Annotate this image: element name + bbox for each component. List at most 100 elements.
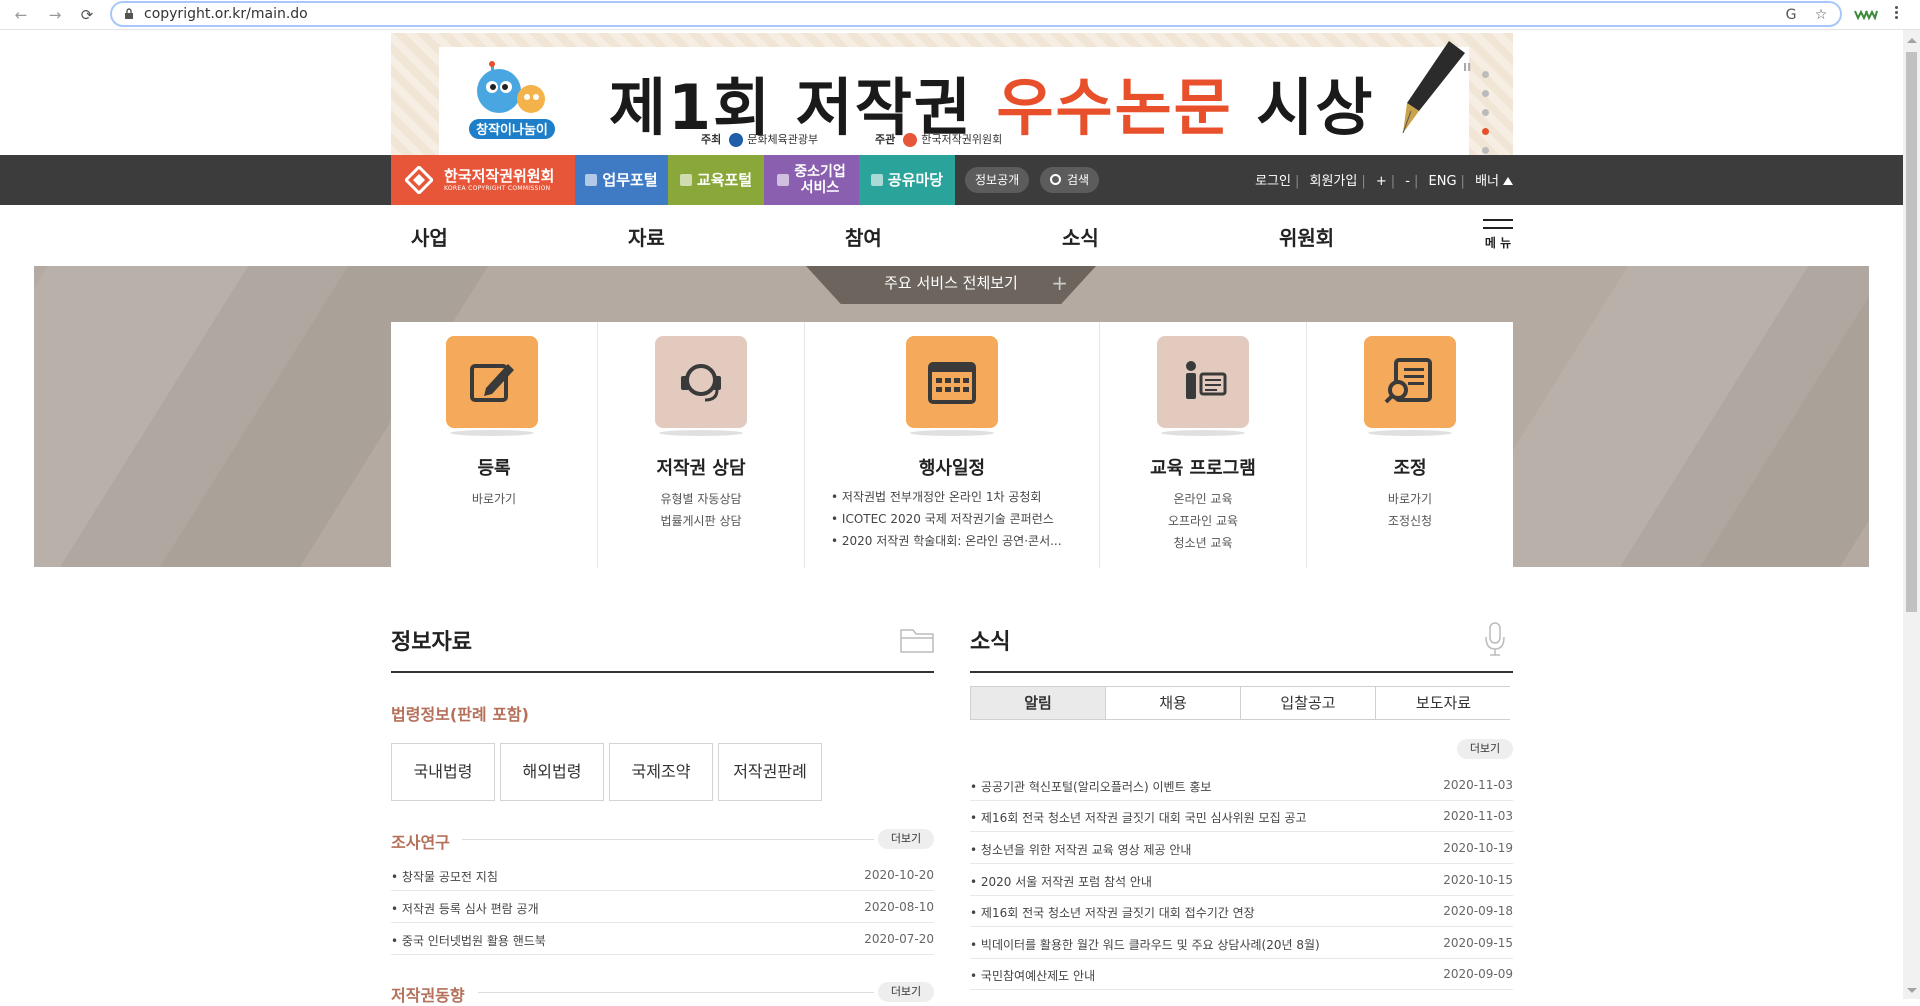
search-icon (1050, 174, 1061, 185)
eng-link[interactable]: ENG (1429, 174, 1457, 189)
news-section-title: 소식 (970, 630, 1011, 655)
card-link[interactable]: 온라인 교육 (1100, 488, 1306, 510)
card-link[interactable]: 오프라인 교육 (1100, 510, 1306, 532)
tab-press[interactable]: 보도자료 (1376, 687, 1511, 719)
news-row[interactable]: 공공기관 혁신포털(알리오플러스) 이벤트 홍보2020-11-03 (970, 778, 1513, 795)
utility-bar: 한국저작권위원회 KOREA COPYRIGHT COMMISSION 업무포털… (0, 155, 1903, 205)
browser-menu-icon[interactable] (1893, 5, 1899, 23)
service-cards: 등록 바로가기 저작권 상담 유형별 자동상담 법률게시판 상담 행사일정 저작… (391, 322, 1513, 568)
law-button-domestic[interactable]: 국내법령 (391, 743, 495, 801)
full-menu-button[interactable]: 메 뉴 (1483, 219, 1513, 255)
mic-icon (679, 174, 692, 186)
news-row[interactable]: 2020 서울 저작권 포럼 참석 안내2020-10-15 (970, 873, 1513, 890)
nav-business[interactable]: 사업 (411, 222, 448, 251)
card-link[interactable]: 바로가기 (1307, 488, 1513, 510)
news-row[interactable]: 청소년을 위한 저작권 교육 영상 제공 안내2020-10-19 (970, 841, 1513, 858)
scroll-down-icon[interactable] (1907, 988, 1917, 993)
fountain-pen-icon (1402, 41, 1465, 134)
browser-toolbar: ← → ⟳ copyright.or.kr/main.do G ☆ (0, 0, 1920, 30)
trend-more-button[interactable]: 더보기 (878, 982, 934, 1002)
event-item[interactable]: 저작권법 전부개정안 온라인 1차 공청회 (831, 486, 1089, 508)
util-links: 로그인 | 회원가입 | + | - | ENG | 배너 (1253, 170, 1513, 189)
zoom-out-button[interactable]: - (1405, 174, 1410, 189)
info-section-title: 정보자료 (391, 630, 472, 655)
service-card-consulting[interactable]: 저작권 상담 유형별 자동상담 법률게시판 상담 (598, 322, 805, 568)
banner-pagination[interactable] (1482, 63, 1494, 158)
all-services-tab[interactable]: 주요 서비스 전체보기 + (806, 266, 1096, 304)
news-row[interactable]: 제16회 전국 청소년 저작권 글짓기 대회 국민 심사위원 모집 공고2020… (970, 809, 1513, 826)
nav-news[interactable]: 소식 (1062, 222, 1099, 251)
service-card-registration[interactable]: 등록 바로가기 (391, 322, 598, 568)
commission-logo[interactable]: 한국저작권위원회 KOREA COPYRIGHT COMMISSION (391, 155, 575, 205)
card-link[interactable]: 유형별 자동상담 (598, 488, 804, 510)
info-open-button[interactable]: 정보공개 (965, 167, 1030, 193)
url-text[interactable]: copyright.or.kr/main.do (144, 6, 308, 22)
research-more-button[interactable]: 더보기 (878, 829, 934, 849)
edit-icon (446, 336, 538, 436)
svg-text:창작이나눔이: 창작이나눔이 (476, 122, 548, 138)
translate-icon[interactable]: G (1782, 6, 1800, 24)
research-row[interactable]: 창작물 공모전 지침2020-10-20 (391, 868, 934, 885)
research-row[interactable]: 중국 인터넷법원 활용 핸드북2020-07-20 (391, 932, 934, 949)
event-item[interactable]: 2020 저작권 학술대회: 온라인 공연·콘서... (831, 530, 1089, 552)
portal-education[interactable]: 교육포털 (668, 155, 764, 205)
zoom-in-button[interactable]: + (1376, 174, 1387, 189)
back-button[interactable]: ← (10, 4, 32, 26)
reload-button[interactable]: ⟳ (76, 4, 98, 26)
portal-sharing[interactable]: 공유마당 (859, 155, 955, 205)
card-link[interactable]: 청소년 교육 (1100, 532, 1306, 554)
nav-participation[interactable]: 참여 (845, 222, 882, 251)
bookmark-star-icon[interactable]: ☆ (1812, 6, 1830, 24)
service-card-mediation[interactable]: 조정 바로가기 조정신청 (1307, 322, 1513, 568)
extension-icon[interactable] (1854, 8, 1878, 20)
news-row[interactable]: 빅데이터를 활용한 월간 워드 클라우드 및 주요 상담사례(20년 8월)20… (970, 936, 1513, 953)
hamburger-icon (1483, 219, 1513, 221)
portal-work[interactable]: 업무포털 (575, 155, 668, 205)
law-button-treaty[interactable]: 국제조약 (609, 743, 713, 801)
banner-sponsor: 주최 문화체육관광부 (701, 133, 819, 147)
top-promo-banner[interactable]: 창작이나눔이 제1회 저작권 우수논문 시상 주최 문화체육관광부 주관 한국저작권… (391, 33, 1513, 155)
pencil-icon (585, 174, 598, 186)
research-row[interactable]: 저작권 등록 심사 편람 공개2020-08-10 (391, 900, 934, 917)
nav-commission[interactable]: 위원회 (1279, 222, 1334, 251)
law-button-precedent[interactable]: 저작권판례 (718, 743, 822, 801)
trend-title: 저작권동향 (391, 986, 465, 1005)
plus-icon: + (1051, 271, 1068, 295)
service-card-education[interactable]: 교육 프로그램 온라인 교육 오프라인 교육 청소년 교육 (1100, 322, 1307, 568)
card-link[interactable]: 바로가기 (391, 488, 597, 510)
page-scrollbar[interactable] (1903, 30, 1920, 999)
tab-bid[interactable]: 입찰공고 (1241, 687, 1376, 719)
mascot-logo: 창작이나눔이 (469, 61, 555, 139)
tab-recruit[interactable]: 채용 (1106, 687, 1241, 719)
service-card-events[interactable]: 행사일정 저작권법 전부개정안 온라인 1차 공청회 ICOTEC 2020 국… (805, 322, 1100, 568)
news-row[interactable]: 제16회 전국 청소년 저작권 글짓기 대회 접수기간 연장2020-09-18 (970, 904, 1513, 921)
lock-icon (125, 8, 133, 19)
news-more-button[interactable]: 더보기 (1457, 739, 1513, 759)
headset-icon (655, 336, 747, 436)
login-link[interactable]: 로그인 (1255, 174, 1291, 189)
scroll-up-icon[interactable] (1907, 38, 1917, 43)
info-section-divider (391, 671, 934, 673)
news-section-divider (970, 671, 1513, 673)
portal-sme-service[interactable]: 중소기업 서비스 (764, 155, 859, 205)
law-button-foreign[interactable]: 해외법령 (500, 743, 604, 801)
search-button[interactable]: 검색 (1040, 167, 1100, 193)
forward-button[interactable]: → (44, 4, 66, 26)
news-row[interactable]: 국민참여예산제도 안내2020-09-09 (970, 967, 1513, 984)
building-icon (777, 174, 790, 186)
card-link[interactable]: 법률게시판 상담 (598, 510, 804, 532)
calendar-icon (906, 336, 998, 436)
scroll-thumb[interactable] (1906, 52, 1917, 612)
nav-resources[interactable]: 자료 (628, 222, 665, 251)
presenter-icon (1157, 336, 1249, 436)
news-tabs: 알림 채용 입찰공고 보도자료 (970, 686, 1511, 720)
caret-up-icon (1503, 177, 1513, 185)
card-link[interactable]: 조정신청 (1307, 510, 1513, 532)
event-item[interactable]: ICOTEC 2020 국제 저작권기술 콘퍼런스 (831, 508, 1089, 530)
tab-notice[interactable]: 알림 (971, 687, 1106, 719)
law-info-title: 법령정보(판례 포함) (391, 705, 529, 724)
document-search-icon (1364, 336, 1456, 436)
signup-link[interactable]: 회원가입 (1309, 174, 1357, 189)
address-bar[interactable]: copyright.or.kr/main.do G ☆ (110, 1, 1842, 27)
banner-toggle[interactable]: 배너 (1475, 174, 1499, 189)
